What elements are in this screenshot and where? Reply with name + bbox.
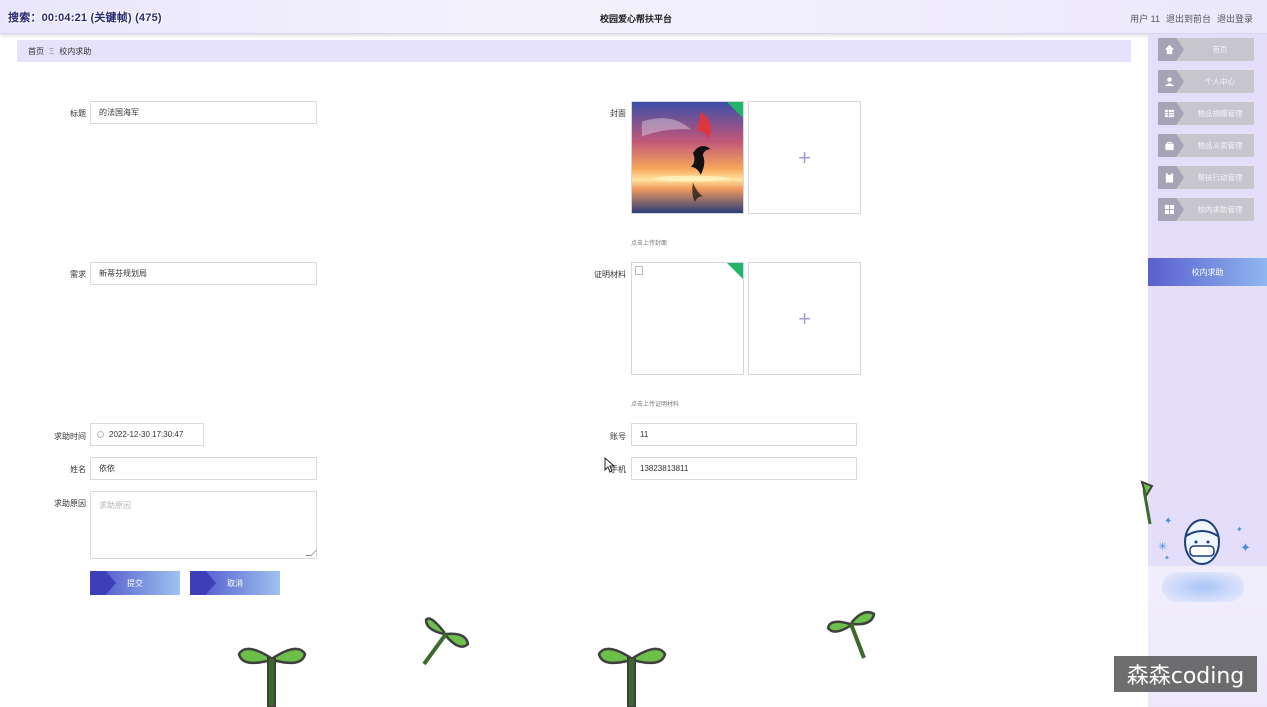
cover-hint: 点击上传封面	[631, 241, 668, 247]
title-input[interactable]: 的法国海军	[90, 101, 317, 124]
home-icon	[1164, 44, 1175, 55]
time-label: 求助时间	[54, 432, 86, 441]
name-input[interactable]: 依依	[90, 457, 317, 480]
app-title: 校园爱心帮扶平台	[600, 14, 673, 24]
time-picker[interactable]: 2022-12-30 17:30:47	[90, 423, 204, 446]
plus-icon: +	[798, 305, 811, 331]
cover-upload-button[interactable]: +	[748, 101, 861, 214]
uploaded-badge	[727, 263, 743, 279]
apps-icon	[1164, 204, 1175, 215]
user-icon	[1164, 77, 1175, 87]
glow-decoration	[1162, 572, 1244, 602]
grid-icon	[1164, 109, 1175, 118]
sidebar-item-sale[interactable]: 物品义卖管理	[1158, 134, 1254, 157]
proof-image-preview[interactable]	[631, 262, 744, 375]
title-label: 标题	[70, 109, 86, 118]
sprout-decoration	[826, 611, 876, 659]
account-label: 账号	[610, 432, 626, 441]
submit-button[interactable]: 提交	[90, 571, 180, 595]
arrow-icon	[90, 571, 116, 595]
top-links: 用户 11 退出到前台 退出登录	[1130, 12, 1253, 25]
dolphin-sunset-image	[632, 102, 743, 213]
svg-text:✦: ✦	[1164, 554, 1170, 562]
cancel-button[interactable]: 取消	[190, 571, 280, 595]
sprout-decoration	[597, 647, 667, 707]
clock-icon	[97, 431, 104, 438]
sprout-decoration	[422, 617, 470, 666]
resize-handle[interactable]	[305, 550, 317, 556]
bag-icon	[1165, 141, 1174, 151]
user-name: 用户 11	[1130, 14, 1160, 24]
back-to-front-link[interactable]: 退出到前台	[1166, 12, 1211, 25]
breadcrumb-current: 校内求助	[59, 46, 92, 56]
sidebar: 首页 个人中心 物品捐赠管理 物品义卖管理 帮扶行动管理 校内求助管理 校内求助…	[1140, 34, 1267, 566]
time-value: 2022-12-30 17:30:47	[109, 430, 184, 439]
svg-text:✦: ✦	[1164, 516, 1172, 527]
sidebar-item-home[interactable]: 首页	[1158, 38, 1254, 61]
breadcrumb-separator: Ξ	[49, 46, 55, 56]
sidebar-item-action[interactable]: 帮扶行动管理	[1158, 166, 1254, 189]
svg-text:✦: ✦	[1240, 540, 1251, 555]
broken-image-icon	[635, 266, 643, 275]
breadcrumb: 首页 Ξ 校内求助	[17, 40, 1131, 62]
reason-placeholder: 求助原因	[99, 501, 131, 510]
proof-label: 证明材料	[594, 270, 626, 279]
mouse-cursor-icon	[604, 457, 616, 473]
sidebar-item-help-manage[interactable]: 校内求助管理	[1158, 198, 1254, 221]
reason-textarea[interactable]: 求助原因	[90, 491, 317, 559]
plus-icon: +	[798, 144, 811, 170]
need-label: 需求	[70, 270, 86, 279]
phone-input[interactable]: 13823813811	[631, 457, 857, 480]
sprout-decoration	[1140, 480, 1154, 525]
top-bar: 搜索：00:04:21 (关键帧) (475) 校园爱心帮扶平台 用户 11 退…	[0, 0, 1267, 34]
sprout-decoration	[237, 647, 307, 707]
arrow-icon	[190, 571, 216, 595]
sidebar-item-help-active[interactable]: 校内求助	[1148, 258, 1267, 286]
name-label: 姓名	[70, 465, 86, 474]
recording-label: 搜索：00:04:21 (关键帧) (475)	[8, 12, 162, 24]
cover-image-preview[interactable]	[631, 101, 744, 214]
sidebar-item-profile[interactable]: 个人中心	[1158, 70, 1254, 93]
svg-text:✳: ✳	[1158, 541, 1167, 553]
page: 搜索：00:04:21 (关键帧) (475) 校园爱心帮扶平台 用户 11 退…	[0, 0, 1267, 707]
account-input[interactable]: 11	[631, 423, 857, 446]
sidebar-item-donation[interactable]: 物品捐赠管理	[1158, 102, 1254, 125]
proof-hint: 点击上传证明材料	[631, 402, 680, 408]
svg-text:✦: ✦	[1236, 525, 1243, 534]
clipboard-icon	[1165, 172, 1174, 183]
breadcrumb-home[interactable]: 首页	[28, 46, 44, 57]
logout-link[interactable]: 退出登录	[1217, 12, 1253, 25]
cover-label: 封面	[610, 109, 626, 118]
phone-label: 手机	[610, 465, 626, 474]
proof-upload-button[interactable]: +	[748, 262, 861, 375]
mascot-illustration: ✦ ✳ ✦ ✦ ✦	[1158, 516, 1251, 565]
reason-label: 求助原因	[54, 499, 86, 508]
watermark: 森森coding	[1114, 656, 1257, 692]
need-input[interactable]: 新蒂芬规划局	[90, 262, 317, 285]
